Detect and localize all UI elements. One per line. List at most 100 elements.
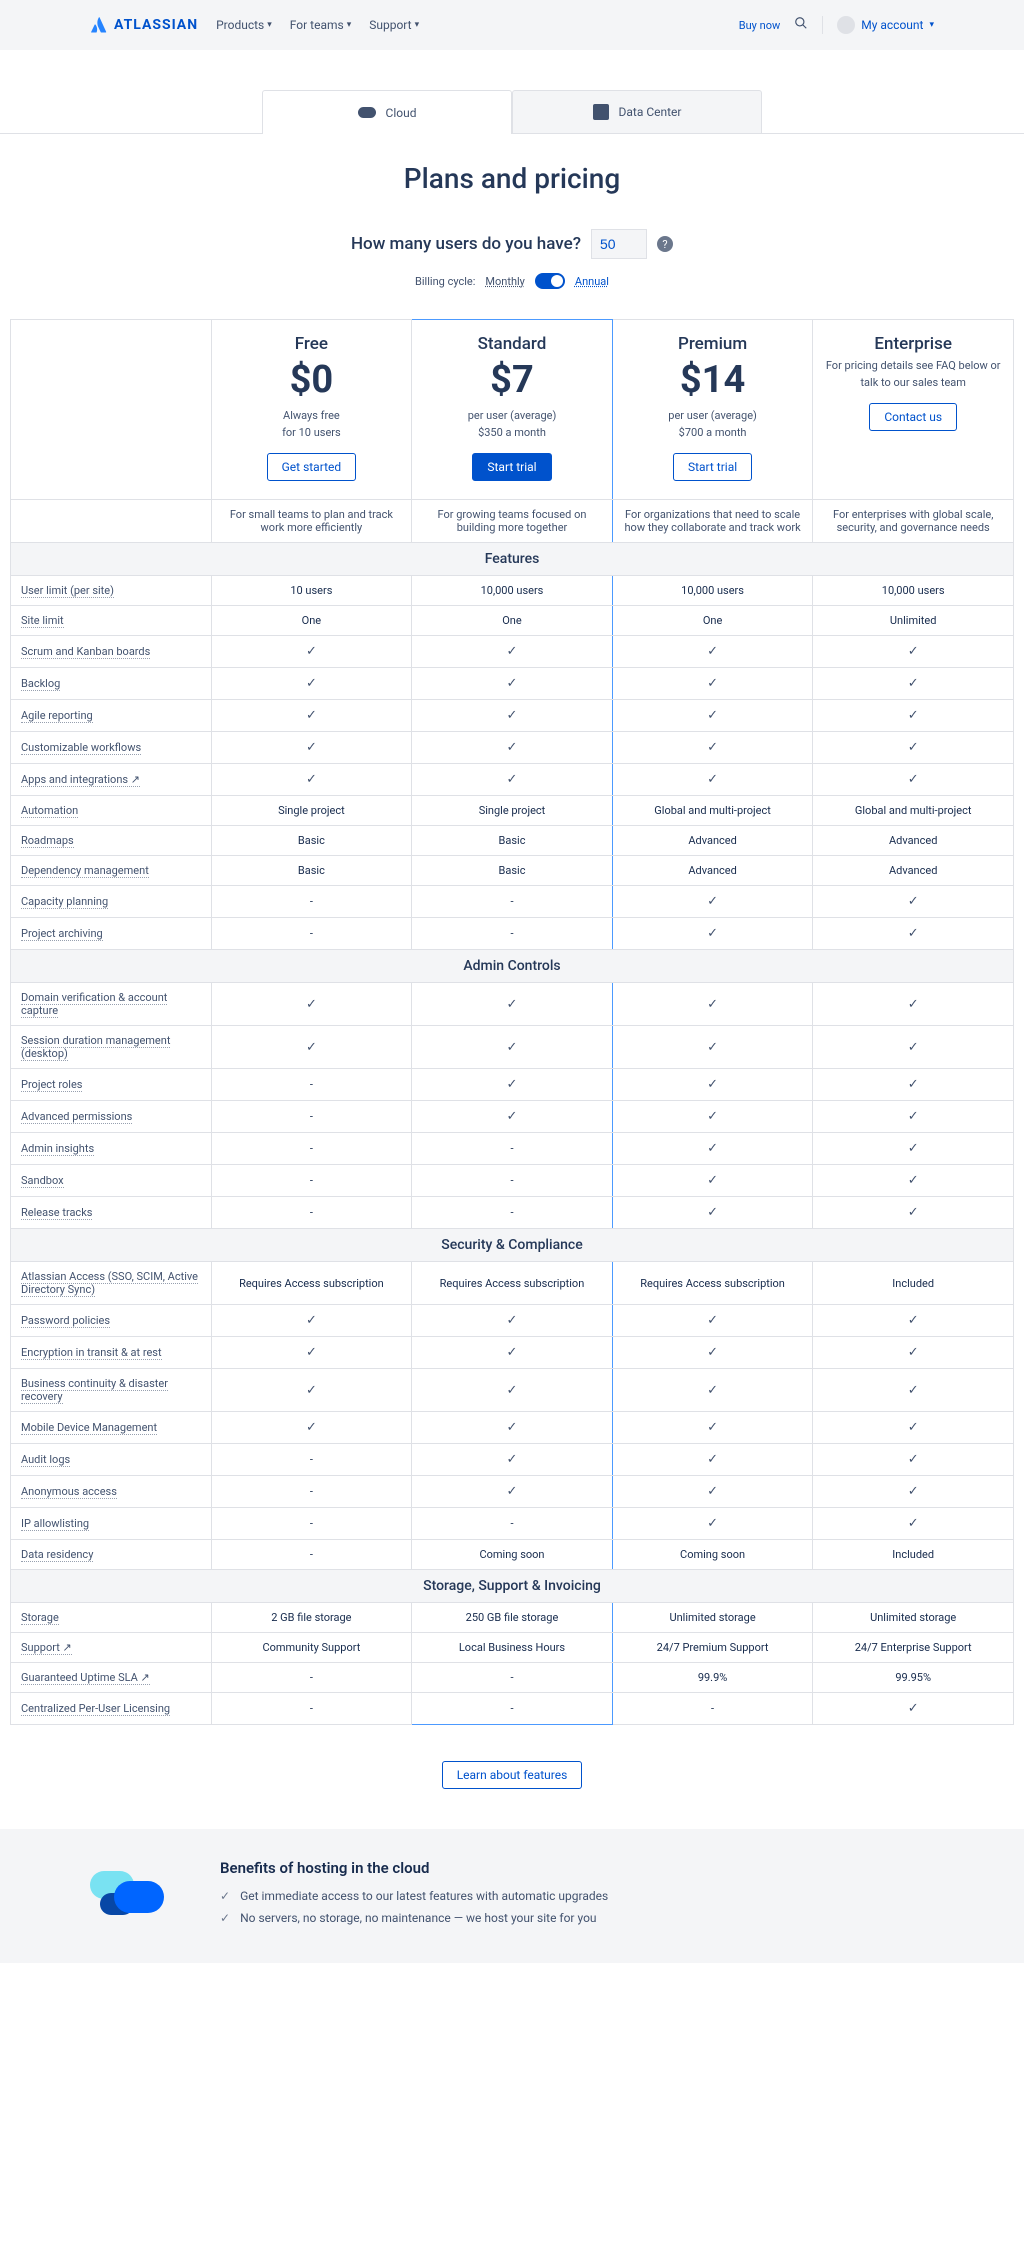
feature-label: Centralized Per-User Licensing <box>11 1693 212 1725</box>
feature-cell: - <box>211 1101 412 1133</box>
feature-cell: One <box>412 606 613 636</box>
feature-label: Domain verification & account capture <box>11 983 212 1026</box>
feature-cell: ✓ <box>612 1369 813 1412</box>
user-count-input[interactable] <box>591 229 647 259</box>
feature-cell: ✓ <box>612 1133 813 1165</box>
plan-price: $7 <box>422 358 602 402</box>
tab-data-center[interactable]: Data Center <box>512 90 762 134</box>
feature-cell: ✓ <box>612 886 813 918</box>
benefit-item: ✓Get immediate access to our latest feat… <box>220 1889 608 1903</box>
billing-monthly[interactable]: Monthly <box>485 275 525 288</box>
feature-label: Customizable workflows <box>11 732 212 764</box>
feature-cell: ✓ <box>612 732 813 764</box>
feature-cell: Basic <box>211 856 412 886</box>
feature-label: Session duration management (desktop) <box>11 1026 212 1069</box>
feature-label: Project archiving <box>11 918 212 950</box>
nav-support[interactable]: Support▾ <box>369 18 419 32</box>
feature-cell: - <box>211 1508 412 1540</box>
feature-cell: ✓ <box>813 1508 1014 1540</box>
pricing-table: Free$0Always freefor 10 usersGet started… <box>10 319 1014 1725</box>
avatar-icon <box>837 16 855 34</box>
plan-cta-free[interactable]: Get started <box>267 453 357 481</box>
feature-cell: ✓ <box>813 1197 1014 1229</box>
check-icon: ✓ <box>220 1889 230 1903</box>
chevron-down-icon: ▾ <box>929 20 934 30</box>
brand-logo[interactable]: ATLASSIAN <box>90 16 198 34</box>
feature-cell: ✓ <box>813 1101 1014 1133</box>
feature-cell: ✓ <box>612 1165 813 1197</box>
plan-cta-premium[interactable]: Start trial <box>673 453 752 481</box>
feature-cell: One <box>612 606 813 636</box>
feature-cell: ✓ <box>813 636 1014 668</box>
feature-label: Mobile Device Management <box>11 1412 212 1444</box>
feature-cell: 10,000 users <box>412 576 613 606</box>
feature-label: Dependency management <box>11 856 212 886</box>
feature-cell: ✓ <box>813 1337 1014 1369</box>
feature-cell: Unlimited storage <box>813 1603 1014 1633</box>
plan-sub: Always freefor 10 users <box>222 408 402 441</box>
feature-cell: ✓ <box>813 1412 1014 1444</box>
feature-cell: ✓ <box>412 1069 613 1101</box>
feature-cell: ✓ <box>612 1197 813 1229</box>
feature-cell: ✓ <box>813 1069 1014 1101</box>
feature-label: Data residency <box>11 1540 212 1570</box>
feature-cell: - <box>211 1069 412 1101</box>
feature-cell: ✓ <box>612 1444 813 1476</box>
feature-cell: - <box>211 1540 412 1570</box>
plan-cta-enterprise[interactable]: Contact us <box>869 403 957 431</box>
buy-now-link[interactable]: Buy now <box>739 19 780 32</box>
plan-name: Standard <box>422 334 602 354</box>
feature-cell: Advanced <box>813 826 1014 856</box>
feature-cell: ✓ <box>813 983 1014 1026</box>
chevron-down-icon: ▾ <box>415 20 420 30</box>
feature-cell: ✓ <box>412 983 613 1026</box>
feature-cell: ✓ <box>813 1693 1014 1725</box>
feature-cell: ✓ <box>412 1337 613 1369</box>
nav-for-teams[interactable]: For teams▾ <box>290 18 351 32</box>
billing-cycle-row: Billing cycle: Monthly Annual <box>0 273 1024 289</box>
my-account-menu[interactable]: My account ▾ <box>837 16 934 34</box>
feature-cell: ✓ <box>211 1026 412 1069</box>
feature-cell: Included <box>813 1540 1014 1570</box>
feature-label: Atlassian Access (SSO, SCIM, Active Dire… <box>11 1262 212 1305</box>
benefit-item: ✓No servers, no storage, no maintenance … <box>220 1911 608 1925</box>
feature-cell: ✓ <box>211 764 412 796</box>
plan-cta-standard[interactable]: Start trial <box>472 453 551 481</box>
feature-label: Guaranteed Uptime SLA ↗ <box>11 1663 212 1693</box>
learn-features-button[interactable]: Learn about features <box>442 1761 583 1789</box>
feature-cell: Requires Access subscription <box>412 1262 613 1305</box>
feature-cell: Coming soon <box>612 1540 813 1570</box>
tab-cloud[interactable]: Cloud <box>262 90 512 134</box>
feature-cell: Basic <box>412 826 613 856</box>
feature-label: Business continuity & disaster recovery <box>11 1369 212 1412</box>
nav-products[interactable]: Products▾ <box>216 18 272 32</box>
feature-cell: 10,000 users <box>813 576 1014 606</box>
feature-cell: - <box>412 1693 613 1725</box>
billing-annual[interactable]: Annual <box>575 275 609 288</box>
check-icon: ✓ <box>220 1911 230 1925</box>
plan-name: Free <box>222 334 402 354</box>
feature-label: Audit logs <box>11 1444 212 1476</box>
feature-cell: 2 GB file storage <box>211 1603 412 1633</box>
feature-label: User limit (per site) <box>11 576 212 606</box>
feature-cell: Single project <box>211 796 412 826</box>
billing-toggle[interactable] <box>535 273 565 289</box>
search-icon[interactable] <box>794 16 808 34</box>
page-title: Plans and pricing <box>0 162 1024 195</box>
feature-cell: ✓ <box>612 764 813 796</box>
plan-name: Enterprise <box>823 334 1003 354</box>
feature-label: Support ↗ <box>11 1633 212 1663</box>
feature-cell: - <box>211 1197 412 1229</box>
feature-cell: - <box>412 918 613 950</box>
feature-cell: ✓ <box>412 1305 613 1337</box>
feature-cell: - <box>412 1133 613 1165</box>
feature-cell: ✓ <box>612 1337 813 1369</box>
feature-cell: ✓ <box>412 1026 613 1069</box>
feature-label: Scrum and Kanban boards <box>11 636 212 668</box>
plan-sub: For pricing details see FAQ below or tal… <box>823 358 1003 391</box>
feature-cell: ✓ <box>412 1101 613 1133</box>
help-icon[interactable]: ? <box>657 236 673 252</box>
feature-cell: ✓ <box>412 1412 613 1444</box>
feature-cell: ✓ <box>813 764 1014 796</box>
feature-cell: - <box>211 1476 412 1508</box>
